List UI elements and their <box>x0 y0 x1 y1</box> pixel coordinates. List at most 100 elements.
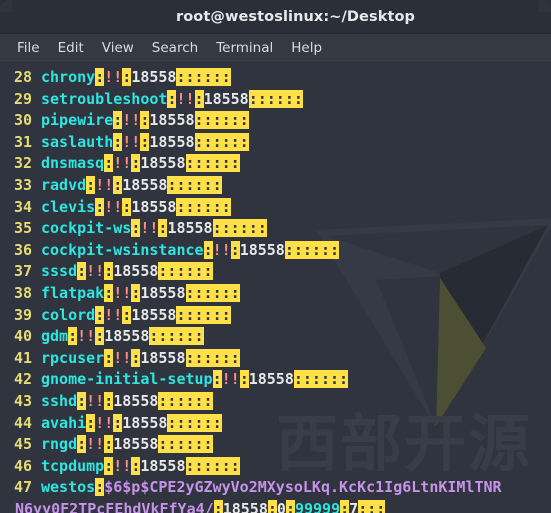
shadow-empty-fields: :::::: <box>185 154 240 173</box>
menu-help[interactable]: Help <box>282 38 331 58</box>
shadow-lastchange: 18558 <box>131 305 177 324</box>
field-separator: : <box>267 499 277 513</box>
editor-line[interactable]: 28 chrony:!!:18558:::::: <box>0 67 551 89</box>
shadow-username: gdm <box>41 327 69 346</box>
shadow-empty-fields: :::::: <box>185 283 240 302</box>
editor-line[interactable]: 39 colord:!!:18558:::::: <box>0 305 551 327</box>
shadow-password-hash-cont: N6yy0F2TPcFEhdVkFfYa4/ <box>15 499 214 513</box>
editor-lines[interactable]: 28 chrony:!!:18558:::::: 29 setroubleshoo… <box>0 63 551 513</box>
shadow-lastchange: 18558 <box>222 499 268 513</box>
shadow-username: rngd <box>41 435 78 454</box>
field-separator: : <box>113 413 123 432</box>
editor-line[interactable]: 40 gdm:!!:18558:::::: <box>0 326 551 348</box>
shadow-empty-fields: :::::: <box>185 348 240 367</box>
shadow-password-locked: !! <box>86 391 105 410</box>
field-separator: : <box>86 175 96 194</box>
shadow-empty-fields: :::::: <box>158 435 213 454</box>
shadow-lastchange: 18558 <box>248 370 294 389</box>
shadow-empty-fields: :::::: <box>158 391 213 410</box>
line-number: 46 <box>13 456 32 475</box>
menu-file[interactable]: File <box>8 38 49 58</box>
shadow-empty-fields: :::::: <box>149 327 204 346</box>
editor-line[interactable]: 37 sssd:!!:18558:::::: <box>0 261 551 283</box>
field-separator: : <box>104 154 114 173</box>
editor-line[interactable]: 34 clevis:!!:18558:::::: <box>0 197 551 219</box>
shadow-lastchange: 18558 <box>149 111 195 130</box>
field-separator: : <box>104 348 114 367</box>
shadow-username: tcpdump <box>41 456 105 475</box>
line-number: 44 <box>13 413 32 432</box>
line-number: 29 <box>13 89 32 108</box>
shadow-lastchange: 18558 <box>140 456 186 475</box>
line-gutter-gap <box>32 326 41 348</box>
shadow-max: 99999 <box>294 499 341 513</box>
editor-line[interactable]: 46 tcpdump:!!:18558:::::: <box>0 456 551 478</box>
editor-line[interactable]: 35 cockpit-ws:!!:18558:::::: <box>0 218 551 240</box>
editor-line[interactable]: 42 gnome-initial-setup:!!:18558:::::: <box>0 369 551 391</box>
window-titlebar[interactable]: root@westoslinux:~/Desktop <box>0 0 551 34</box>
shadow-password-locked: !! <box>113 348 132 367</box>
menu-terminal[interactable]: Terminal <box>207 38 282 58</box>
shadow-username: cockpit-ws <box>41 219 132 238</box>
shadow-lastchange: 18558 <box>113 391 159 410</box>
shadow-username: saslauth <box>41 132 114 151</box>
editor-line[interactable]: 43 sshd:!!:18558:::::: <box>0 391 551 413</box>
line-gutter-gap <box>32 413 41 435</box>
shadow-empty-fields: :::::: <box>176 68 231 86</box>
editor-line[interactable]: 41 rpcuser:!!:18558:::::: <box>0 348 551 370</box>
line-number: 32 <box>13 154 32 173</box>
line-number: 36 <box>13 240 32 259</box>
field-separator: : <box>131 283 141 302</box>
field-separator: : <box>104 262 114 281</box>
editor-line[interactable]: 45 rngd:!!:18558:::::: <box>0 434 551 456</box>
editor-line[interactable]: 30 pipewire:!!:18558:::::: <box>0 110 551 132</box>
line-gutter-gap <box>32 218 41 240</box>
shadow-password-locked: !! <box>113 154 132 173</box>
shadow-password-locked: !! <box>113 283 132 302</box>
terminal-window: root@westoslinux:~/Desktop File Edit Vie… <box>0 0 551 513</box>
shadow-username: clevis <box>41 197 96 216</box>
field-separator: : <box>230 240 240 259</box>
editor-line[interactable]: 32 dnsmasq:!!:18558:::::: <box>0 153 551 175</box>
line-number: 43 <box>13 391 32 410</box>
line-number: 38 <box>13 283 32 302</box>
line-gutter-gap <box>32 456 41 478</box>
editor-line[interactable]: 33 radvd:!!:18558:::::: <box>0 175 551 197</box>
shadow-empty-fields: :::::: <box>248 89 303 108</box>
menu-view[interactable]: View <box>93 38 143 58</box>
line-gutter-gap <box>32 153 41 175</box>
menu-search[interactable]: Search <box>143 38 207 58</box>
shadow-lastchange: 18558 <box>239 240 285 259</box>
shadow-username: radvd <box>41 175 87 194</box>
line-number: 45 <box>13 435 32 454</box>
menubar: File Edit View Search Terminal Help <box>0 34 551 63</box>
line-gutter-gap <box>32 261 41 283</box>
field-separator: : <box>122 197 132 216</box>
shadow-password-locked: !! <box>104 68 123 86</box>
editor-line[interactable]: 38 flatpak:!!:18558:::::: <box>0 283 551 305</box>
editor-line[interactable]: 31 saslauth:!!:18558:::::: <box>0 132 551 154</box>
field-separator: : <box>113 132 123 151</box>
line-number: 39 <box>13 305 32 324</box>
editor-line[interactable]: 29 setroubleshoot:!!:18558:::::: <box>0 89 551 111</box>
line-gutter-gap <box>32 434 41 456</box>
line-gutter-gap <box>32 369 41 391</box>
shadow-username: gnome-initial-setup <box>41 370 213 389</box>
field-separator: : <box>131 219 141 238</box>
shadow-lastchange: 18558 <box>140 154 186 173</box>
line-gutter-gap <box>32 110 41 132</box>
field-separator: : <box>131 456 141 475</box>
editor-line[interactable]: 36 cockpit-wsinstance:!!:18558:::::: <box>0 240 551 262</box>
field-separator: : <box>95 197 105 216</box>
shadow-username: pipewire <box>41 111 114 130</box>
shadow-password-locked: !! <box>95 175 114 194</box>
field-separator: : <box>77 435 87 454</box>
editor-line[interactable]: 44 avahi:!!:18558:::::: <box>0 413 551 435</box>
shadow-username: colord <box>41 305 96 324</box>
line-number: 33 <box>13 175 32 194</box>
editor-line-westos-wrap[interactable]: N6yy0F2TPcFEhdVkFfYa4/:18558:0:99999:7::… <box>0 499 551 513</box>
editor-line-westos[interactable]: 47 westos:$6$p$CPE2yGZwyVo2MXysoLKq.KcKc… <box>0 477 551 499</box>
shadow-lastchange: 18558 <box>122 175 168 194</box>
terminal-content-area[interactable]: 西部开源 https://blog.csdn.net/Antonhu 28 ch… <box>0 63 551 513</box>
menu-edit[interactable]: Edit <box>49 38 93 58</box>
